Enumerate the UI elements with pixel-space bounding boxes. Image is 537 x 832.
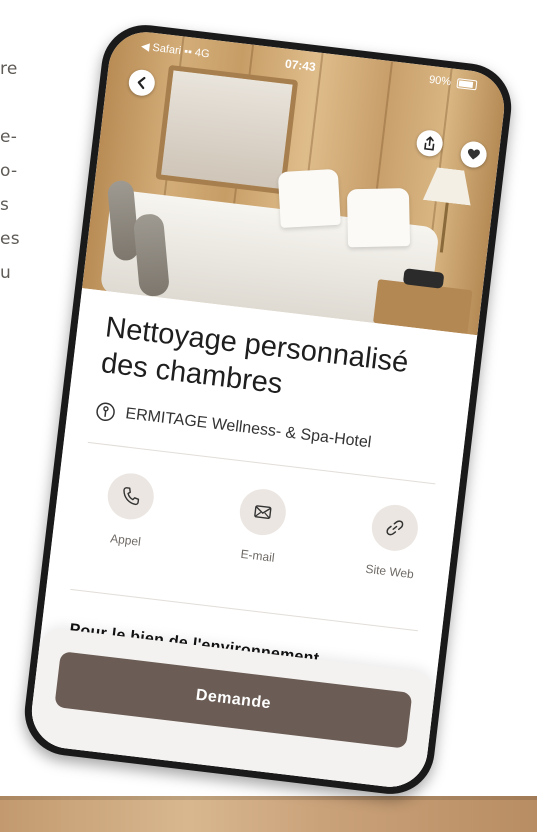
phone-screen: ◀ Safari ▪▪ 4G 07:43 90% Nettoyage perso… (27, 27, 509, 792)
carrier-label: ◀ Safari ▪▪ 4G (140, 40, 211, 61)
pillow (346, 188, 411, 248)
call-label: Appel (109, 531, 142, 549)
website-label: Site Web (364, 561, 415, 582)
bottom-action-sheet: Demande (27, 626, 437, 792)
page-title: Nettoyage personnalisé des chambres (99, 309, 455, 422)
heart-icon (467, 148, 480, 160)
battery-indicator: 90% (428, 73, 478, 92)
battery-icon (456, 78, 478, 91)
email-label: E-mail (239, 546, 276, 565)
lamp-stem (439, 202, 449, 253)
request-button[interactable]: Demande (54, 651, 413, 749)
phone-mockup-wrapper: ◀ Safari ▪▪ 4G 07:43 90% Nettoyage perso… (19, 18, 517, 799)
call-button[interactable] (105, 470, 157, 522)
hero-photo: ◀ Safari ▪▪ 4G 07:43 90% (82, 27, 509, 336)
battery-percent: 90% (428, 73, 452, 89)
share-icon (424, 136, 435, 151)
wall-lamp (423, 166, 475, 205)
clock: 07:43 (284, 56, 317, 75)
phone-icon (123, 487, 140, 506)
hotel-name: ERMITAGE Wellness- & Spa-Hotel (124, 405, 373, 452)
chevron-left-icon (137, 76, 146, 90)
wood-floor (0, 796, 537, 832)
back-button[interactable] (127, 68, 157, 98)
email-action[interactable]: E-mail (212, 484, 310, 568)
pillow (277, 168, 341, 229)
contact-actions: Appel E-mail Site Web (48, 465, 456, 621)
website-button[interactable] (369, 502, 421, 554)
email-button[interactable] (237, 486, 289, 538)
phone-frame: ◀ Safari ▪▪ 4G 07:43 90% Nettoyage perso… (19, 20, 517, 799)
call-action[interactable]: Appel (80, 468, 178, 552)
hotel-location[interactable]: ERMITAGE Wellness- & Spa-Hotel (94, 401, 372, 454)
envelope-icon (254, 505, 272, 519)
link-icon (386, 520, 404, 536)
detail-content: Nettoyage personnalisé des chambres ERMI… (27, 288, 478, 792)
website-action[interactable]: Site Web (344, 500, 442, 584)
bathroom-window (155, 64, 299, 195)
info-pin-icon (96, 402, 115, 422)
favorite-button[interactable] (459, 140, 489, 170)
